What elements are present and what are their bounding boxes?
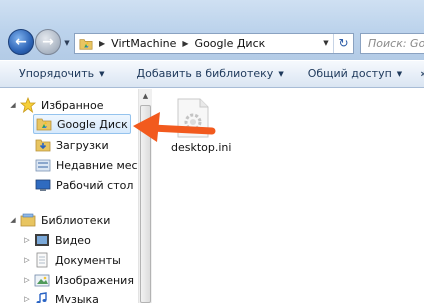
nav-item-google-drive[interactable]: Google Диск (33, 114, 131, 134)
add-to-library-button[interactable]: Добавить в библиотеку ▼ (131, 63, 290, 85)
star-icon (20, 97, 36, 113)
recent-pages-dropdown[interactable]: ▼ (62, 38, 72, 48)
chevron-down-icon: ▼ (278, 70, 284, 78)
expand-icon[interactable]: ▷ (22, 295, 32, 303)
nav-item-documents[interactable]: ▷ Документы (22, 250, 121, 270)
nav-item-label: Google Диск (57, 117, 128, 131)
breadcrumb-separator[interactable]: ▶ (182, 39, 188, 48)
collapse-icon[interactable]: ◢ (8, 101, 18, 109)
address-dropdown-button[interactable]: ▼ (319, 34, 333, 53)
address-box[interactable]: ▶ VirtMachine ▶ Google Диск ▼ ↻ (74, 33, 354, 54)
nav-item-label: Рабочий стол (56, 178, 134, 192)
music-library-icon (36, 292, 47, 303)
settings-file-icon (177, 98, 209, 138)
forward-button[interactable]: → (35, 29, 61, 55)
nav-item-label: Документы (55, 253, 121, 267)
nav-item-pictures[interactable]: ▷ Изображения (22, 270, 134, 290)
nav-item-music[interactable]: ▷ Музыка (22, 289, 99, 303)
nav-item-recent-places[interactable]: Недавние места (35, 155, 138, 175)
downloads-folder-icon (35, 139, 51, 152)
nav-libraries-header[interactable]: ◢ Библиотеки (8, 210, 110, 230)
documents-library-icon (36, 252, 48, 268)
address-bar-area: ← → ▼ ▶ VirtMachine ▶ Google Диск ▼ ↻ По… (0, 0, 424, 60)
expand-icon[interactable]: ▷ (22, 236, 32, 244)
organize-menu-button[interactable]: Упорядочить ▼ (13, 63, 111, 85)
nav-item-label: Музыка (55, 292, 99, 303)
nav-libraries-label: Библиотеки (41, 213, 111, 227)
share-button[interactable]: Общий доступ ▼ (302, 63, 408, 85)
add-to-library-label: Добавить в библиотеку (136, 67, 274, 80)
nav-item-desktop[interactable]: Рабочий стол (35, 175, 133, 195)
breadcrumb-separator[interactable]: ▶ (99, 39, 105, 48)
scroll-up-button[interactable]: ▲ (139, 89, 152, 103)
nav-pane-scrollbar[interactable]: ▲ (138, 89, 152, 303)
back-arrow-icon: ← (15, 34, 27, 50)
desktop-icon (35, 179, 51, 191)
breadcrumb-google-drive[interactable]: Google Диск (195, 37, 266, 50)
chevron-down-icon: ▼ (99, 70, 105, 78)
nav-item-label: Недавние места (56, 158, 138, 172)
back-button[interactable]: ← (8, 29, 34, 55)
nav-item-label: Загрузки (56, 138, 109, 152)
command-bar: Упорядочить ▼ Добавить в библиотеку ▼ Об… (0, 60, 424, 88)
google-drive-folder-icon (36, 118, 52, 131)
file-list-pane: desktop.ini (153, 89, 424, 303)
organize-label: Упорядочить (19, 67, 95, 80)
pictures-library-icon (34, 274, 50, 287)
breadcrumb-virtmachine[interactable]: VirtMachine (111, 37, 176, 50)
forward-arrow-icon: → (42, 34, 54, 50)
search-input[interactable]: Поиск: Google Диск (360, 33, 424, 54)
nav-item-label: Изображения (55, 273, 134, 287)
scroll-thumb[interactable] (140, 105, 151, 303)
video-library-icon (35, 234, 49, 246)
refresh-button[interactable]: ↻ (333, 34, 353, 53)
expand-icon[interactable]: ▷ (22, 276, 32, 284)
recent-places-icon (35, 159, 51, 172)
google-drive-folder-icon (79, 38, 93, 50)
collapse-icon[interactable]: ◢ (8, 216, 18, 224)
nav-item-videos[interactable]: ▷ Видео (22, 230, 91, 250)
nav-item-label: Видео (55, 233, 91, 247)
refresh-icon: ↻ (338, 36, 349, 50)
nav-item-downloads[interactable]: Загрузки (35, 135, 109, 155)
expand-icon[interactable]: ▷ (22, 256, 32, 264)
chevron-down-icon: ▼ (396, 70, 403, 78)
nav-favorites-label: Избранное (41, 98, 104, 112)
nav-favorites-header[interactable]: ◢ Избранное (8, 95, 103, 115)
file-name: desktop.ini (171, 141, 232, 154)
libraries-icon (20, 213, 36, 227)
more-commands-button[interactable]: » (414, 63, 424, 85)
navigation-pane: ◢ Избранное Google Диск Загрузки Недавни… (0, 89, 138, 303)
share-label: Общий доступ (307, 67, 392, 80)
